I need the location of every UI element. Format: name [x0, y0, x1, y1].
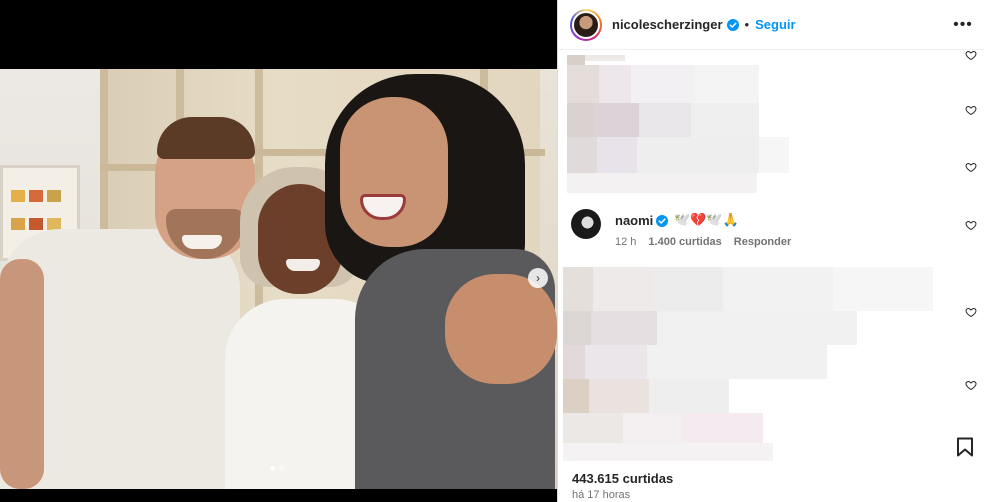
instagram-post-view: › nicolescherzinger • Seguir ••• naomi 🕊…	[0, 0, 984, 502]
heart-outline-icon[interactable]	[965, 379, 977, 391]
verified-badge-icon	[726, 18, 739, 31]
commenter-username[interactable]: naomi	[615, 213, 653, 228]
post-header: nicolescherzinger • Seguir •••	[558, 0, 984, 50]
reply-button[interactable]: Responder	[734, 236, 791, 248]
heart-outline-icon[interactable]	[965, 104, 977, 116]
header-separator: •	[744, 17, 750, 32]
follow-button[interactable]: Seguir	[755, 17, 795, 32]
carousel-dot	[270, 466, 275, 471]
bookmark-icon[interactable]	[956, 437, 974, 457]
comment-likes[interactable]: 1.400 curtidas	[648, 236, 721, 248]
comments-list[interactable]: naomi 🕊️💔🕊️🙏 12 h 1.400 curtidas Respond…	[558, 51, 984, 461]
heart-outline-icon[interactable]	[965, 219, 977, 231]
carousel-dots	[270, 466, 284, 471]
author-avatar[interactable]	[570, 8, 602, 41]
more-options-icon[interactable]: •••	[953, 15, 973, 35]
post-side-panel: nicolescherzinger • Seguir ••• naomi 🕊️💔…	[557, 0, 984, 502]
carousel-dot	[279, 466, 284, 471]
verified-badge-icon	[656, 215, 668, 227]
author-username[interactable]: nicolescherzinger	[612, 17, 723, 32]
comment-time: 12 h	[615, 236, 637, 248]
carousel-next-button[interactable]: ›	[528, 268, 548, 288]
heart-outline-icon[interactable]	[965, 161, 977, 173]
heart-outline-icon[interactable]	[965, 306, 977, 318]
post-likes-count[interactable]: 443.615 curtidas	[572, 471, 673, 486]
commenter-avatar[interactable]	[571, 209, 601, 239]
heart-outline-icon[interactable]	[965, 51, 977, 61]
comment-text: 🕊️💔🕊️🙏	[674, 212, 739, 227]
post-photo	[0, 69, 557, 489]
post-media: ›	[0, 0, 557, 502]
chevron-right-icon: ›	[536, 271, 540, 285]
comment-meta: 12 h 1.400 curtidas Responder	[615, 236, 791, 248]
post-timestamp: há 17 horas	[572, 489, 631, 501]
